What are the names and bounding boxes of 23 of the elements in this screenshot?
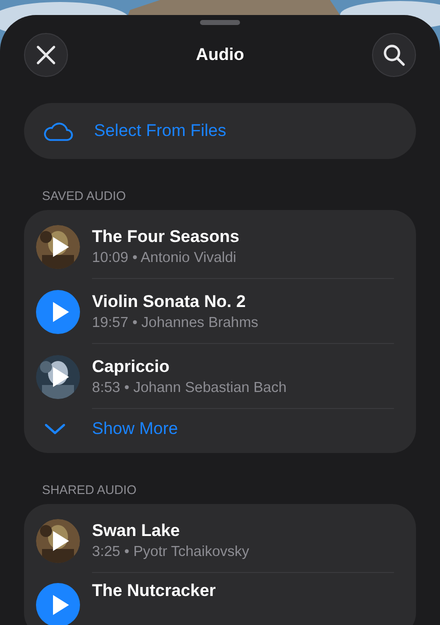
show-more-button[interactable]: Show More [36,409,178,449]
play-button[interactable] [36,583,80,625]
cloud-icon [42,120,74,142]
chevron-down-icon [44,422,66,436]
track-details: 8:53 • Johann Sebastian Bach [92,380,288,396]
play-button[interactable] [36,290,80,334]
search-button[interactable] [372,33,416,77]
track-title: Swan Lake [92,520,181,540]
close-icon [35,44,57,66]
close-button[interactable] [24,33,68,77]
section-heading: SHARED AUDIO [42,483,138,497]
track-title: Violin Sonata No. 2 [92,292,247,312]
section-heading: SAVED AUDIO [42,189,127,203]
track-details: 3:25 • Pyotr Tchaikovsky [92,544,250,560]
search-icon [382,43,406,67]
track-details: 19:57 • Johannes Brahms [92,314,260,330]
select-from-files-button[interactable]: Select From Files [24,103,416,159]
track-details: 10:09 • Antonio Vivaldi [92,250,238,266]
track-title: The Four Seasons [92,226,240,246]
drag-handle[interactable] [200,20,240,25]
track-title: The Nutcracker [92,581,217,601]
sheet-title: Audio [196,45,244,65]
track-title: Capriccio [92,356,170,376]
